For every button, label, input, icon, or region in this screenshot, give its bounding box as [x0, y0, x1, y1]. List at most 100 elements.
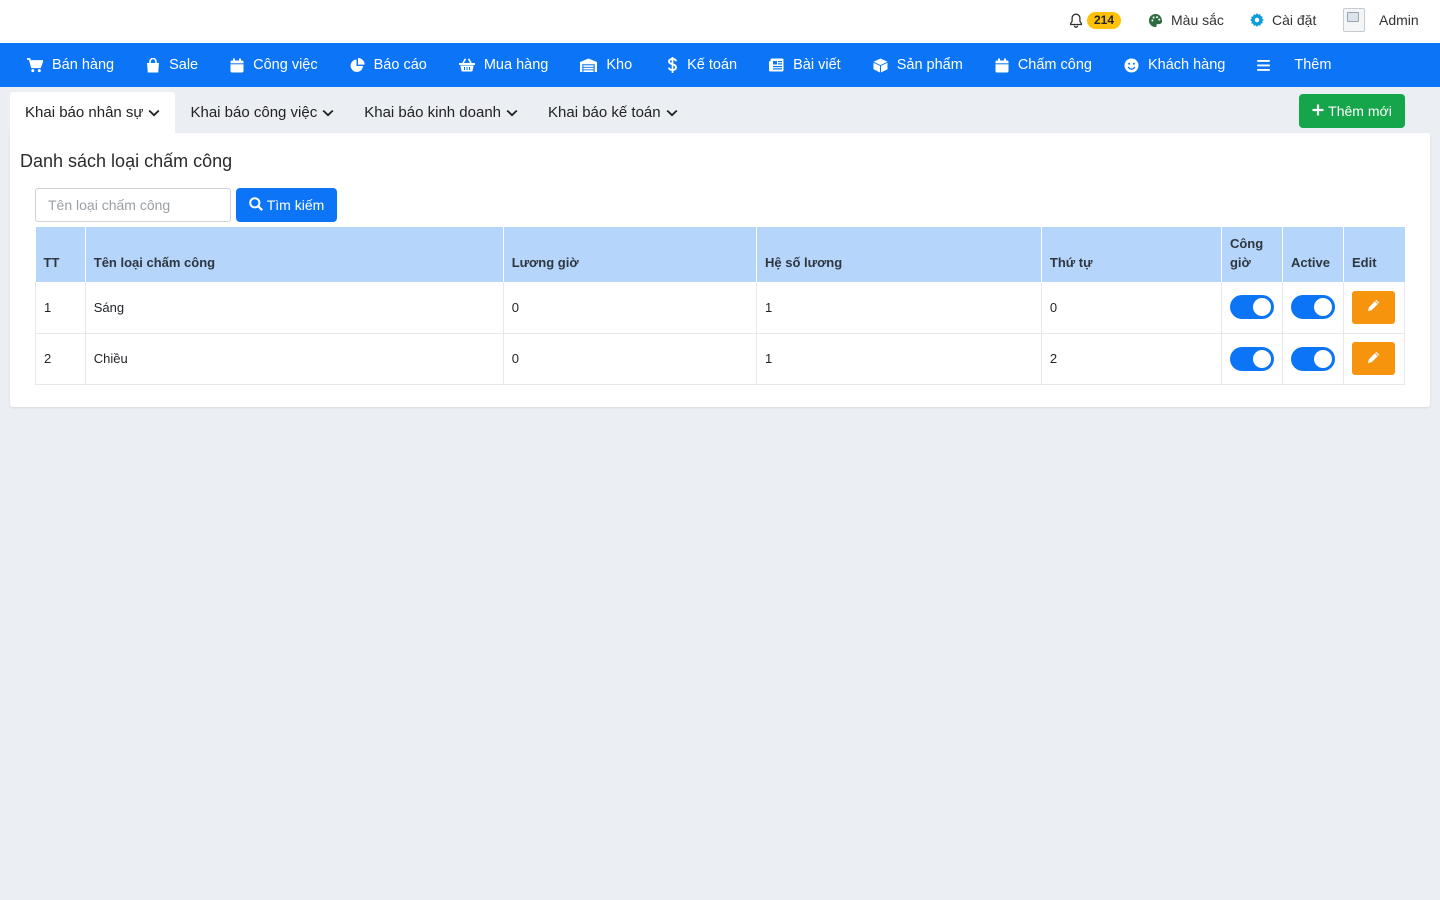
column-header-tt: TT: [35, 227, 86, 282]
nav-item-label: Kho: [606, 57, 633, 73]
nav-item-label: Bài viết: [793, 57, 841, 73]
attendance-type-table: TT Tên loại chấm công Lương giờ Hệ số lư…: [35, 227, 1406, 385]
newspaper-icon: [769, 58, 793, 72]
cong-gio-toggle[interactable]: [1229, 346, 1274, 371]
nav-item-ban-hang[interactable]: Bán hàng: [27, 43, 114, 87]
tab-label: Khai báo kế toán: [548, 104, 661, 121]
cell-edit: [1343, 282, 1406, 334]
palette-icon: [1148, 13, 1163, 28]
column-header-cong-gio-line1: Công: [1229, 236, 1264, 251]
search-button-label: Tìm kiếm: [266, 197, 325, 213]
avatar: [1343, 8, 1365, 32]
pencil-icon: [1367, 351, 1380, 367]
nav-item-label: Khách hàng: [1147, 57, 1226, 73]
chevron-down-icon: [661, 104, 678, 121]
cell-order: 0: [1041, 282, 1222, 334]
edit-button[interactable]: [1351, 290, 1395, 324]
tab-khai-bao-ke-toan[interactable]: Khai báo kế toán: [533, 92, 693, 133]
nav-item-label: Sale: [169, 57, 199, 73]
nav-item-san-pham[interactable]: Sản phẩm: [873, 43, 963, 87]
tab-label: Khai báo kinh doanh: [364, 104, 502, 121]
nav-item-label: Công việc: [253, 57, 318, 73]
cart-icon: [27, 57, 52, 73]
top-bar: 214 Màu sắc Cài đặt Admin: [0, 0, 1440, 43]
page-title: Danh sách loại chấm công: [20, 151, 233, 171]
color-menu[interactable]: Màu sắc: [1148, 0, 1224, 40]
color-menu-label: Màu sắc: [1171, 12, 1224, 28]
chevron-down-icon: [143, 104, 160, 121]
chevron-down-icon: [317, 104, 334, 121]
add-new-button[interactable]: Thêm mới: [1299, 94, 1405, 128]
nav-item-bao-cao[interactable]: Báo cáo: [350, 43, 427, 87]
pencil-icon: [1367, 299, 1380, 315]
menu-icon: [1257, 59, 1280, 72]
basket-icon: [458, 58, 484, 72]
nav-item-kho[interactable]: Kho: [580, 43, 632, 87]
add-new-label: Thêm mới: [1328, 103, 1392, 119]
cell-edit: [1343, 333, 1406, 385]
column-header-cong-gio: Công giờ: [1221, 227, 1283, 282]
nav-item-label: Báo cáo: [373, 57, 427, 73]
tab-khai-bao-nhan-su[interactable]: Khai báo nhân sự: [10, 92, 176, 133]
nav-item-ke-toan[interactable]: Kế toán: [664, 43, 737, 87]
smile-icon: [1124, 58, 1148, 73]
cell-order: 2: [1041, 333, 1222, 385]
calendar-icon: [230, 58, 253, 73]
nav-item-label: Thêm: [1294, 57, 1332, 73]
search-button[interactable]: Tìm kiếm: [236, 188, 337, 222]
tab-khai-bao-cong-viec[interactable]: Khai báo công việc: [175, 92, 349, 133]
nav-item-them[interactable]: Thêm: [1257, 43, 1331, 87]
plus-icon: [1312, 103, 1328, 119]
cell-salary-coefficient: 1: [756, 282, 1042, 334]
column-header-active: Active: [1282, 227, 1344, 282]
column-header-salary-coefficient: Hệ số lương: [756, 227, 1042, 282]
user-name: Admin: [1379, 12, 1419, 28]
notification-count-badge: 214: [1087, 11, 1122, 29]
edit-button[interactable]: [1351, 342, 1395, 375]
table-row: 2 Chiều 0 1 2: [35, 333, 1406, 385]
nav-item-label: Mua hàng: [483, 57, 549, 73]
cell-tt: 2: [35, 333, 86, 385]
nav-item-bai-viet[interactable]: Bài viết: [769, 43, 841, 87]
settings-menu[interactable]: Cài đặt: [1250, 0, 1316, 40]
cell-tt: 1: [35, 282, 86, 334]
nav-item-mua-hang[interactable]: Mua hàng: [458, 43, 549, 87]
nav-item-label: Kế toán: [687, 57, 738, 73]
box-icon: [873, 58, 897, 73]
attendance-type-panel: Danh sách loại chấm công Tìm kiếm TT Tên…: [10, 133, 1430, 407]
active-toggle[interactable]: [1290, 346, 1335, 371]
cell-active: [1282, 282, 1344, 334]
column-header-hourly-wage: Lương giờ: [503, 227, 758, 282]
shopping-bag-icon: [146, 57, 169, 73]
table-header-row: TT Tên loại chấm công Lương giờ Hệ số lư…: [35, 227, 1405, 282]
search-icon: [248, 196, 267, 214]
nav-item-sale[interactable]: Sale: [146, 43, 198, 87]
nav-item-label: Chấm công: [1017, 57, 1092, 73]
cong-gio-toggle[interactable]: [1229, 295, 1274, 320]
bell-icon: [1069, 13, 1083, 28]
tab-label: Khai báo công việc: [190, 104, 318, 121]
column-header-edit: Edit: [1343, 227, 1405, 282]
user-menu[interactable]: Admin: [1343, 7, 1419, 33]
tab-khai-bao-kinh-doanh[interactable]: Khai báo kinh doanh: [349, 92, 533, 133]
chevron-down-icon: [501, 104, 518, 121]
main-nav: Bán hàng Sale Công việc Báo cáo Mua hàng…: [0, 43, 1440, 87]
search-input[interactable]: [35, 188, 231, 222]
pie-chart-icon: [350, 57, 374, 73]
notifications[interactable]: 214: [1069, 0, 1122, 40]
calendar-icon: [995, 58, 1018, 73]
sub-tab-bar: Khai báo nhân sự Khai báo công việc Khai…: [10, 92, 693, 133]
nav-item-cham-cong[interactable]: Chấm công: [995, 43, 1092, 87]
nav-item-khach-hang[interactable]: Khách hàng: [1124, 43, 1225, 87]
cell-active: [1282, 333, 1344, 385]
nav-item-label: Sản phẩm: [896, 57, 963, 73]
dollar-icon: [667, 57, 687, 73]
column-header-cong-gio-line2: giờ: [1229, 255, 1251, 270]
settings-menu-label: Cài đặt: [1272, 12, 1317, 28]
tab-label: Khai báo nhân sự: [25, 104, 144, 121]
column-header-name: Tên loại chấm công: [85, 227, 504, 282]
cell-cong-gio: [1221, 333, 1283, 385]
nav-item-cong-viec[interactable]: Công việc: [230, 43, 318, 87]
active-toggle[interactable]: [1290, 295, 1335, 320]
warehouse-icon: [580, 58, 606, 72]
